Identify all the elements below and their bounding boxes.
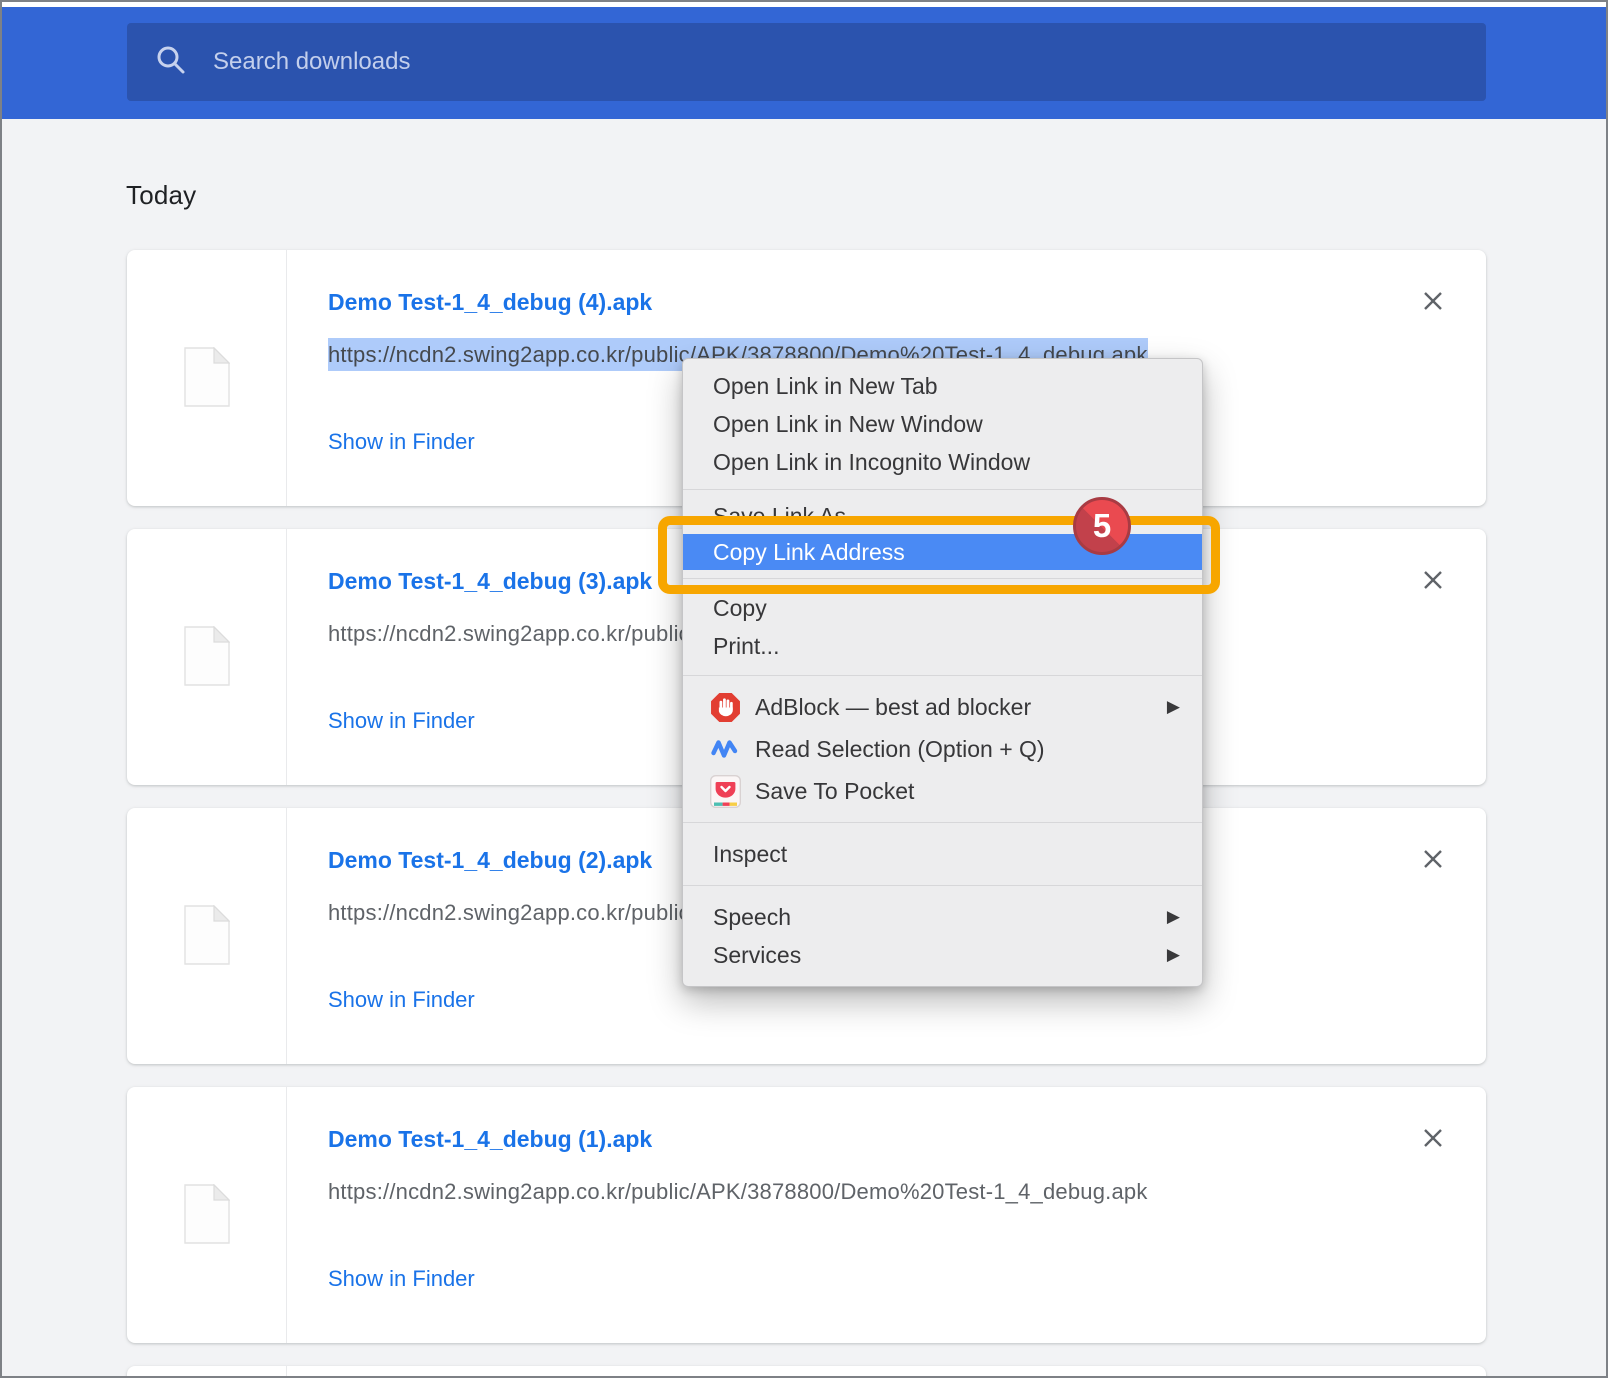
file-icon <box>184 626 230 691</box>
menu-item-label: Read Selection (Option + Q) <box>755 736 1045 763</box>
menu-item-adblock[interactable]: AdBlock — best ad blocker ▶ <box>683 686 1202 728</box>
download-filename-link[interactable]: Demo Test-1_4_debug (3).apk <box>328 568 652 595</box>
submenu-arrow-icon: ▶ <box>1167 945 1180 965</box>
card-divider <box>286 1366 287 1378</box>
download-filename-link[interactable]: Demo Test-1_4_debug (4).apk <box>328 289 652 316</box>
file-icon <box>184 1184 230 1249</box>
menu-item-open-link-new-window[interactable]: Open Link in New Window <box>683 405 1202 443</box>
card-divider <box>286 1087 287 1343</box>
section-label-today: Today <box>126 180 196 211</box>
card-divider <box>286 529 287 785</box>
menu-item-save-to-pocket[interactable]: Save To Pocket <box>683 770 1202 812</box>
menu-item-label: AdBlock — best ad blocker <box>755 694 1031 721</box>
submenu-arrow-icon: ▶ <box>1167 697 1180 717</box>
search-box[interactable] <box>127 23 1486 101</box>
menu-item-label: Services <box>713 942 801 969</box>
close-icon[interactable] <box>1418 565 1448 595</box>
show-in-finder-link[interactable]: Show in Finder <box>328 1266 475 1292</box>
show-in-finder-link[interactable]: Show in Finder <box>328 987 475 1013</box>
menu-item-services[interactable]: Services ▶ <box>683 936 1202 974</box>
menu-item-copy-link-address[interactable]: Copy Link Address <box>683 534 1202 570</box>
download-filename-link[interactable]: Demo Test-1_4_debug (1).apk <box>328 1126 652 1153</box>
menu-item-save-link-as[interactable]: Save Link As... <box>683 498 1202 534</box>
submenu-arrow-icon: ▶ <box>1167 907 1180 927</box>
download-card: Demo Test-1_4_debug (1).apk https://ncdn… <box>127 1087 1486 1343</box>
menu-item-speech[interactable]: Speech ▶ <box>683 898 1202 936</box>
menu-item-label: Save To Pocket <box>755 778 914 805</box>
menu-item-copy[interactable]: Copy <box>683 589 1202 627</box>
downloads-page: Today Demo Test-1_4_debug (4).apk https:… <box>0 0 1608 1378</box>
search-icon <box>155 44 187 81</box>
close-icon[interactable] <box>1418 1123 1448 1153</box>
show-in-finder-link[interactable]: Show in Finder <box>328 708 475 734</box>
download-filename-link[interactable]: Demo Test-1_4_debug (2).apk <box>328 847 652 874</box>
read-selection-icon <box>709 732 741 766</box>
file-icon <box>184 905 230 970</box>
show-in-finder-link[interactable]: Show in Finder <box>328 429 475 455</box>
file-icon <box>184 347 230 412</box>
download-url: https://ncdn2.swing2app.co.kr/public/APK… <box>328 1179 1148 1205</box>
card-divider <box>286 808 287 1064</box>
close-icon[interactable] <box>1418 286 1448 316</box>
context-menu: Open Link in New Tab Open Link in New Wi… <box>682 358 1203 987</box>
menu-item-open-link-incognito[interactable]: Open Link in Incognito Window <box>683 443 1202 481</box>
menu-item-label: Speech <box>713 904 791 931</box>
download-card <box>127 1366 1486 1378</box>
menu-item-open-link-new-tab[interactable]: Open Link in New Tab <box>683 367 1202 405</box>
search-input[interactable] <box>213 48 1466 76</box>
downloads-toolbar <box>2 7 1606 119</box>
menu-item-inspect[interactable]: Inspect <box>683 835 1202 873</box>
adblock-icon <box>709 690 741 724</box>
menu-item-print[interactable]: Print... <box>683 627 1202 665</box>
menu-item-read-selection[interactable]: Read Selection (Option + Q) <box>683 728 1202 770</box>
card-divider <box>286 250 287 506</box>
close-icon[interactable] <box>1418 844 1448 874</box>
pocket-icon <box>709 774 741 808</box>
